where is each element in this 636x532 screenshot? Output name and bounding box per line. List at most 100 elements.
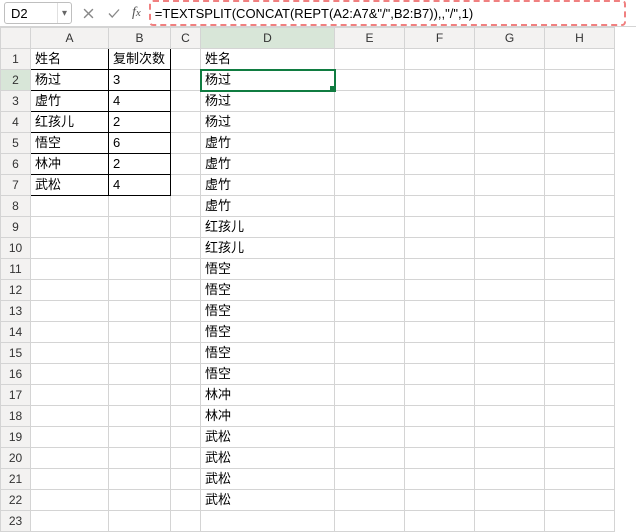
cell[interactable]: 红孩儿 xyxy=(31,112,109,133)
cell[interactable] xyxy=(109,322,171,343)
cell[interactable] xyxy=(545,238,615,259)
cell[interactable] xyxy=(475,196,545,217)
cell[interactable] xyxy=(31,490,109,511)
cell[interactable] xyxy=(545,406,615,427)
cell[interactable] xyxy=(171,322,201,343)
cell[interactable]: 姓名 xyxy=(31,49,109,70)
cell[interactable] xyxy=(545,343,615,364)
row-header-6[interactable]: 6 xyxy=(1,154,31,175)
cell[interactable] xyxy=(545,70,615,91)
cell[interactable] xyxy=(171,154,201,175)
cell[interactable] xyxy=(475,154,545,175)
cell[interactable] xyxy=(171,427,201,448)
cell[interactable] xyxy=(171,238,201,259)
cell[interactable] xyxy=(171,469,201,490)
cell[interactable]: 6 xyxy=(109,133,171,154)
cell[interactable]: 悟空 xyxy=(201,364,335,385)
cell[interactable] xyxy=(545,427,615,448)
row-header-19[interactable]: 19 xyxy=(1,427,31,448)
col-header-B[interactable]: B xyxy=(109,28,171,49)
cell[interactable] xyxy=(405,217,475,238)
row-header-5[interactable]: 5 xyxy=(1,133,31,154)
cell[interactable] xyxy=(109,448,171,469)
chevron-down-icon[interactable]: ▾ xyxy=(57,3,71,23)
cell[interactable] xyxy=(31,364,109,385)
cell[interactable] xyxy=(405,133,475,154)
cell[interactable] xyxy=(475,217,545,238)
cell[interactable] xyxy=(171,511,201,532)
cell[interactable] xyxy=(405,385,475,406)
cell[interactable]: 杨过 xyxy=(201,70,335,91)
cell[interactable] xyxy=(335,385,405,406)
cell[interactable] xyxy=(31,322,109,343)
row-header-12[interactable]: 12 xyxy=(1,280,31,301)
cell[interactable] xyxy=(335,49,405,70)
cell[interactable] xyxy=(545,217,615,238)
cell[interactable] xyxy=(109,196,171,217)
cell[interactable] xyxy=(109,259,171,280)
cell[interactable]: 林冲 xyxy=(201,406,335,427)
cell[interactable] xyxy=(405,322,475,343)
cell[interactable] xyxy=(31,280,109,301)
cell[interactable] xyxy=(109,490,171,511)
cell[interactable] xyxy=(545,154,615,175)
cell[interactable] xyxy=(475,259,545,280)
cell[interactable] xyxy=(31,385,109,406)
cell[interactable]: 红孩儿 xyxy=(201,238,335,259)
fx-icon[interactable]: fx xyxy=(130,5,143,21)
cell[interactable] xyxy=(405,259,475,280)
cell[interactable] xyxy=(335,280,405,301)
row-header-21[interactable]: 21 xyxy=(1,469,31,490)
cell[interactable]: 3 xyxy=(109,70,171,91)
cell[interactable]: 悟空 xyxy=(201,322,335,343)
cell[interactable] xyxy=(475,448,545,469)
cell[interactable] xyxy=(545,511,615,532)
cell[interactable] xyxy=(109,343,171,364)
cell[interactable] xyxy=(405,154,475,175)
cell[interactable] xyxy=(171,112,201,133)
select-all-corner[interactable] xyxy=(1,28,31,49)
cell[interactable] xyxy=(171,49,201,70)
col-header-C[interactable]: C xyxy=(171,28,201,49)
cell[interactable]: 悟空 xyxy=(201,259,335,280)
row-header-15[interactable]: 15 xyxy=(1,343,31,364)
row-header-17[interactable]: 17 xyxy=(1,385,31,406)
cell[interactable] xyxy=(31,301,109,322)
cell[interactable] xyxy=(31,343,109,364)
cell[interactable] xyxy=(405,238,475,259)
name-box[interactable] xyxy=(5,3,57,23)
cell[interactable] xyxy=(335,154,405,175)
cell[interactable] xyxy=(405,448,475,469)
cell[interactable] xyxy=(335,427,405,448)
cell[interactable] xyxy=(335,322,405,343)
worksheet[interactable]: A B C D E F G H 1姓名复制次数姓名2杨过3杨过3虚竹4杨过4红孩… xyxy=(0,26,636,532)
cell[interactable] xyxy=(201,511,335,532)
cell[interactable] xyxy=(475,511,545,532)
cell[interactable] xyxy=(335,175,405,196)
col-header-A[interactable]: A xyxy=(31,28,109,49)
cell[interactable] xyxy=(31,259,109,280)
cell[interactable] xyxy=(109,469,171,490)
cell[interactable]: 4 xyxy=(109,175,171,196)
cell[interactable] xyxy=(171,448,201,469)
row-header-9[interactable]: 9 xyxy=(1,217,31,238)
row-header-2[interactable]: 2 xyxy=(1,70,31,91)
row-header-8[interactable]: 8 xyxy=(1,196,31,217)
cell[interactable] xyxy=(475,406,545,427)
cell[interactable] xyxy=(545,385,615,406)
cell[interactable] xyxy=(475,322,545,343)
row-header-10[interactable]: 10 xyxy=(1,238,31,259)
cell[interactable] xyxy=(405,427,475,448)
col-header-F[interactable]: F xyxy=(405,28,475,49)
cell[interactable] xyxy=(475,364,545,385)
cell[interactable] xyxy=(405,469,475,490)
row-header-18[interactable]: 18 xyxy=(1,406,31,427)
cell[interactable]: 林冲 xyxy=(201,385,335,406)
row-header-20[interactable]: 20 xyxy=(1,448,31,469)
cell[interactable] xyxy=(545,448,615,469)
cell[interactable]: 虚竹 xyxy=(31,91,109,112)
cell[interactable]: 虚竹 xyxy=(201,196,335,217)
cell[interactable] xyxy=(31,196,109,217)
cell[interactable]: 2 xyxy=(109,154,171,175)
cell[interactable] xyxy=(475,49,545,70)
